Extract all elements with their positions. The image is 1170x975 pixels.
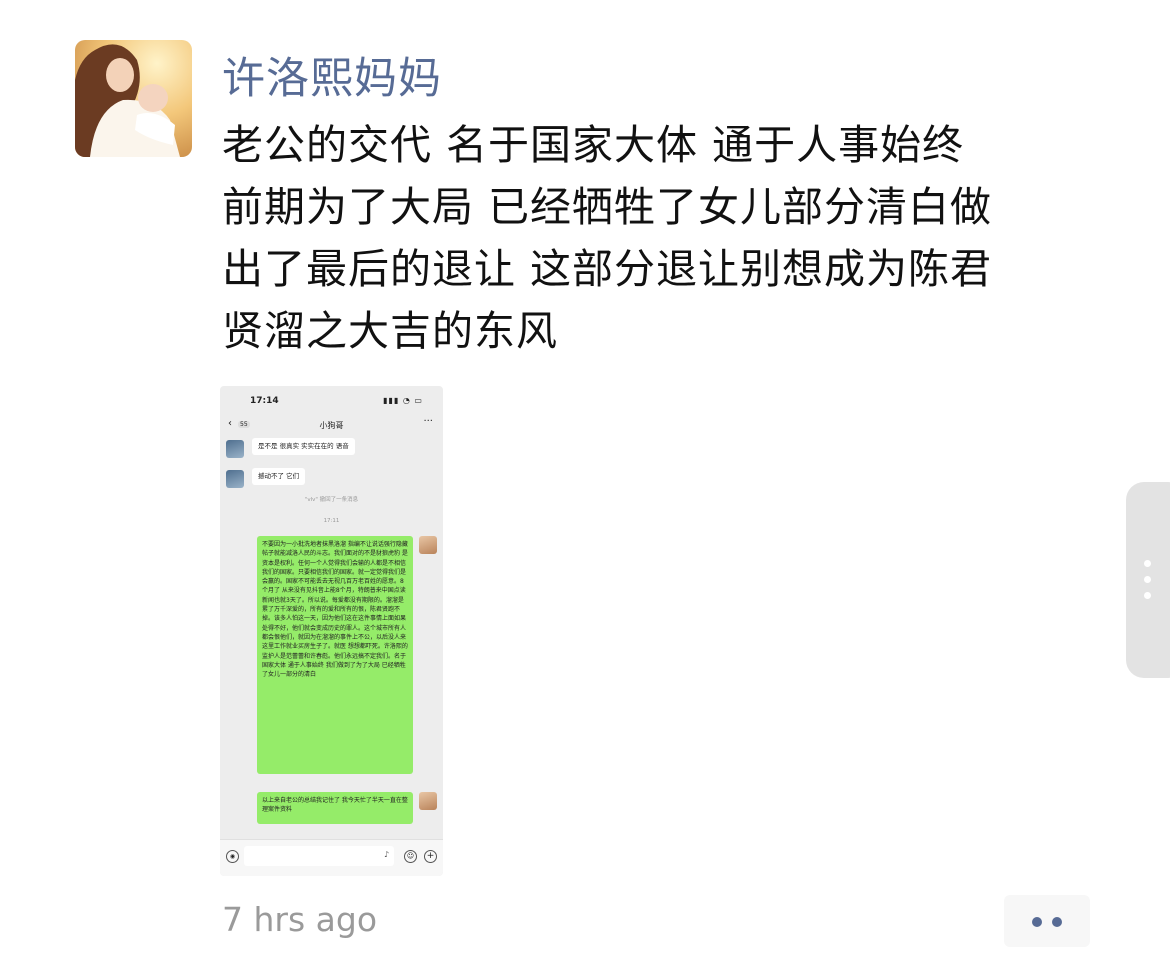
mic-icon: ♪	[384, 850, 390, 859]
ellipsis-icon	[1032, 917, 1042, 927]
contact-avatar	[226, 440, 244, 458]
message-input	[244, 846, 394, 866]
plus-icon: +	[424, 850, 437, 863]
post-text: 老公的交代 名于国家大体 通于人事始终 前期为了大局 已经牺牲了女儿部分清白做 …	[222, 114, 1102, 362]
more-icon: ···	[423, 416, 433, 427]
chat-input-bar: ◉ ♪ ☺ +	[220, 839, 443, 876]
post-line: 前期为了大局 已经牺牲了女儿部分清白做	[222, 183, 993, 231]
author-avatar[interactable]	[75, 40, 192, 157]
self-avatar	[419, 536, 437, 554]
chat-nav-bar: ‹ 55 小狗哥 ···	[220, 416, 443, 434]
comment-like-button[interactable]	[1004, 895, 1090, 947]
post-line: 贤溜之大吉的东风	[222, 307, 558, 355]
post-line: 老公的交代 名于国家大体 通于人事始终	[222, 121, 965, 169]
contact-avatar	[226, 470, 244, 488]
vertical-ellipsis-icon	[1144, 592, 1151, 599]
status-bar: 17:14 ▮▮▮ ◔ ▭	[220, 386, 443, 414]
message-bubble-self: 以上来自老公的总结我记住了 我今天忙了半天一直在整理案件资料	[257, 792, 413, 824]
voice-icon: ◉	[226, 850, 239, 863]
avatar-image	[75, 40, 192, 157]
vertical-ellipsis-icon	[1144, 576, 1151, 583]
post-line: 出了最后的退让 这部分退让别想成为陈君	[222, 245, 993, 293]
author-name[interactable]: 许洛熙妈妈	[222, 44, 442, 106]
status-icons: ▮▮▮ ◔ ▭	[383, 396, 423, 405]
attached-chat-screenshot[interactable]: 17:14 ▮▮▮ ◔ ▭ ‹ 55 小狗哥 ··· 是不是 很真实 实实在在的…	[220, 386, 443, 876]
emoji-icon: ☺	[404, 850, 417, 863]
system-notice: "vlv" 撤回了一条消息	[304, 497, 359, 503]
message-bubble-self: 不要因为一小批洗地者抹黑洛溜 指编不让说话强行隐藏帖子就能减洛人民的斗志。我们面…	[257, 536, 413, 774]
post-timestamp: 7 hrs ago	[222, 900, 378, 939]
self-avatar	[419, 792, 437, 810]
message-bubble: 撼动不了 它们	[252, 468, 306, 485]
ellipsis-icon	[1052, 917, 1062, 927]
floating-side-handle[interactable]	[1126, 482, 1170, 678]
message-bubble: 是不是 很真实 实实在在的 语音	[252, 438, 355, 455]
status-time: 17:14	[250, 396, 279, 406]
chat-title: 小狗哥	[319, 421, 344, 430]
chat-time-divider: 17:11	[323, 518, 340, 524]
vertical-ellipsis-icon	[1144, 560, 1151, 567]
